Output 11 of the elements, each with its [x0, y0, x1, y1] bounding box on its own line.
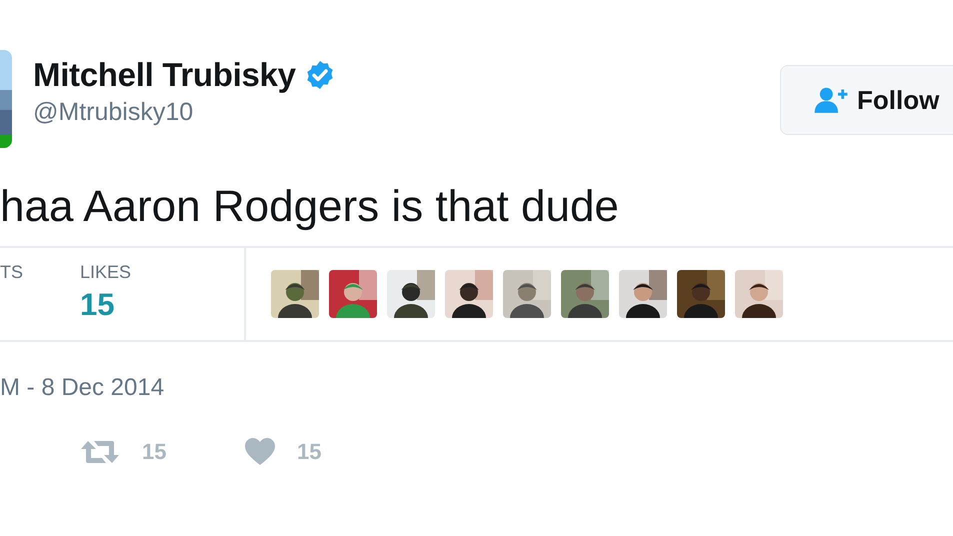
author-name[interactable]: Mitchell Trubisky	[33, 56, 296, 94]
add-person-icon	[813, 86, 849, 114]
tweet-timestamp[interactable]: M - 8 Dec 2014	[0, 372, 953, 404]
action-count: 15	[142, 438, 166, 464]
stat-label: LIKES	[80, 262, 132, 283]
author-handle[interactable]: @Mtrubisky10	[33, 98, 336, 127]
tweet-text: haa Aaron Rodgers is that dude	[0, 181, 620, 233]
stat-label: TS	[0, 262, 24, 283]
follow-button[interactable]: Follow	[780, 65, 953, 135]
action-count: 15	[297, 438, 322, 464]
stat-value[interactable]: 15	[80, 287, 132, 323]
